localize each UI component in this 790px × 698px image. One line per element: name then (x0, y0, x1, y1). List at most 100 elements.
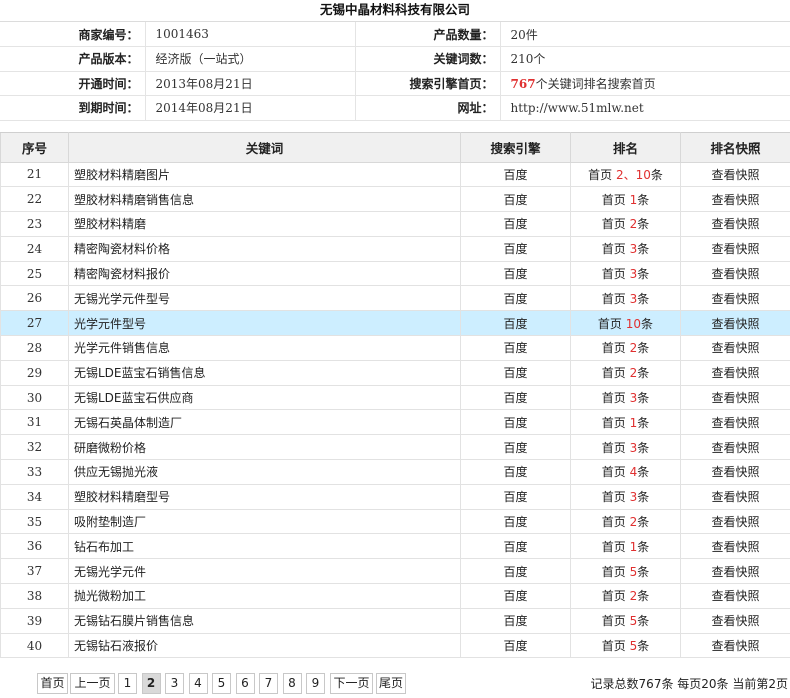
search-engine-value: 767个关键词排名搜索首页 (500, 71, 790, 96)
view-snapshot-link[interactable]: 查看快照 (680, 508, 790, 535)
row-engine: 百度 (460, 161, 571, 188)
rank-prefix: 首页 (601, 515, 626, 530)
table-row: 29 无锡LDE蓝宝石销售信息 百度 首页 2条 查看快照 (0, 359, 790, 386)
expire-date-value: 2014年08月21日 (145, 95, 356, 121)
row-rank: 首页 3条 (570, 483, 681, 510)
rank-suffix: 条 (637, 341, 650, 356)
view-snapshot-link[interactable]: 查看快照 (680, 632, 790, 659)
page-number-button[interactable]: 7 (259, 673, 278, 694)
view-snapshot-link[interactable]: 查看快照 (680, 211, 790, 237)
row-keyword: 光学元件销售信息 (68, 335, 461, 361)
row-engine: 百度 (460, 459, 571, 485)
row-keyword: 抛光微粉加工 (68, 583, 461, 609)
rank-prefix: 首页 (601, 465, 626, 480)
rank-suffix: 条 (637, 614, 650, 629)
row-number: 26 (0, 285, 69, 312)
rank-position: 10 (625, 316, 642, 331)
row-rank: 首页 3条 (570, 260, 681, 287)
view-snapshot-link[interactable]: 查看快照 (680, 384, 790, 411)
view-snapshot-link[interactable]: 查看快照 (680, 359, 790, 386)
view-snapshot-link[interactable]: 查看快照 (680, 260, 790, 287)
row-keyword: 塑胶材料精磨销售信息 (68, 186, 461, 213)
row-engine: 百度 (460, 483, 571, 510)
view-snapshot-link[interactable]: 查看快照 (680, 335, 790, 361)
row-number: 34 (0, 483, 69, 510)
row-number: 36 (0, 533, 69, 560)
row-keyword: 精密陶瓷材料报价 (68, 260, 461, 287)
view-snapshot-link[interactable]: 查看快照 (680, 459, 790, 485)
search-count: 767 (510, 76, 536, 91)
view-snapshot-link[interactable]: 查看快照 (680, 583, 790, 609)
expire-date-label: 到期时间： (0, 95, 146, 121)
view-snapshot-link[interactable]: 查看快照 (680, 607, 790, 634)
row-keyword: 无锡钻石膜片销售信息 (68, 607, 461, 634)
page-number-button[interactable]: 9 (306, 673, 325, 694)
version-label: 产品版本： (0, 46, 146, 72)
rank-prefix: 首页 (601, 614, 626, 629)
product-count-value: 20件 (500, 22, 790, 47)
row-engine: 百度 (460, 409, 571, 436)
rank-prefix: 首页 (601, 242, 626, 257)
row-keyword: 吸附垫制造厂 (68, 508, 461, 535)
row-keyword: 研磨微粉价格 (68, 434, 461, 461)
rank-prefix: 首页 (597, 316, 622, 331)
view-snapshot-link[interactable]: 查看快照 (680, 186, 790, 213)
page-number-button[interactable]: 2 (141, 673, 161, 694)
table-row: 21 塑胶材料精磨图片 百度 首页 2、10条 查看快照 (0, 161, 790, 188)
row-keyword: 无锡钻石液报价 (68, 632, 461, 659)
row-keyword: 塑胶材料精磨图片 (68, 161, 461, 188)
page-number-button[interactable]: 4 (188, 673, 208, 694)
prev-page-button[interactable]: 上一页 (70, 673, 115, 694)
table-row: 38 抛光微粉加工 百度 首页 2条 查看快照 (0, 583, 790, 609)
row-rank: 首页 2条 (570, 335, 681, 361)
view-snapshot-link[interactable]: 查看快照 (680, 285, 790, 312)
view-snapshot-link[interactable]: 查看快照 (680, 533, 790, 560)
view-snapshot-link[interactable]: 查看快照 (680, 483, 790, 510)
table-row: 24 精密陶瓷材料价格 百度 首页 3条 查看快照 (0, 235, 790, 262)
row-engine: 百度 (460, 260, 571, 287)
search-engine-label: 搜索引擎首页： (355, 71, 501, 96)
rank-suffix: 条 (637, 440, 650, 455)
page-number-button[interactable]: 5 (212, 673, 231, 694)
row-engine: 百度 (460, 211, 571, 237)
url-label: 网址： (355, 95, 501, 121)
row-number: 33 (0, 459, 69, 485)
rank-prefix: 首页 (601, 391, 626, 406)
view-snapshot-link[interactable]: 查看快照 (680, 235, 790, 262)
view-snapshot-link[interactable]: 查看快照 (680, 434, 790, 461)
page-number-button[interactable]: 8 (282, 673, 302, 694)
row-number: 38 (0, 583, 69, 609)
view-snapshot-link[interactable]: 查看快照 (680, 161, 790, 188)
page-number-button[interactable]: 1 (118, 673, 137, 694)
rank-prefix: 首页 (601, 589, 626, 604)
col-header-rank: 排名 (570, 131, 681, 163)
page-number-button[interactable]: 6 (235, 673, 255, 694)
table-row: 26 无锡光学元件型号 百度 首页 3条 查看快照 (0, 285, 790, 312)
url-value[interactable]: http://www.51mlw.net (500, 95, 790, 121)
view-snapshot-link[interactable]: 查看快照 (680, 310, 790, 337)
next-page-button[interactable]: 下一页 (330, 673, 373, 694)
merchant-id-label: 商家编号： (0, 22, 146, 47)
row-rank: 首页 2、10条 (570, 161, 681, 188)
row-rank: 首页 10条 (570, 310, 681, 337)
page-title: 无锡中晶材料科技有限公司 (0, 0, 790, 22)
view-snapshot-link[interactable]: 查看快照 (680, 409, 790, 436)
row-engine: 百度 (460, 186, 571, 213)
row-keyword: 塑胶材料精磨 (68, 211, 461, 237)
rank-suffix: 条 (637, 267, 650, 282)
page-number-button[interactable]: 3 (165, 673, 184, 694)
search-text: 个关键词排名搜索首页 (535, 76, 656, 91)
rank-prefix: 首页 (601, 440, 626, 455)
first-page-button[interactable]: 首页 (37, 673, 68, 694)
rank-suffix: 条 (650, 167, 663, 182)
row-number: 27 (0, 310, 69, 337)
last-page-button[interactable]: 尾页 (376, 673, 406, 694)
merchant-id-value: 1001463 (145, 22, 356, 47)
row-number: 35 (0, 508, 69, 535)
row-engine: 百度 (460, 583, 571, 609)
row-number: 28 (0, 335, 69, 361)
rank-prefix: 首页 (601, 192, 626, 207)
view-snapshot-link[interactable]: 查看快照 (680, 558, 790, 585)
pagination: 首页 上一页 123456789 下一页 尾页 记录总数767条 每页20条 当… (0, 672, 790, 696)
row-rank: 首页 1条 (570, 533, 681, 560)
